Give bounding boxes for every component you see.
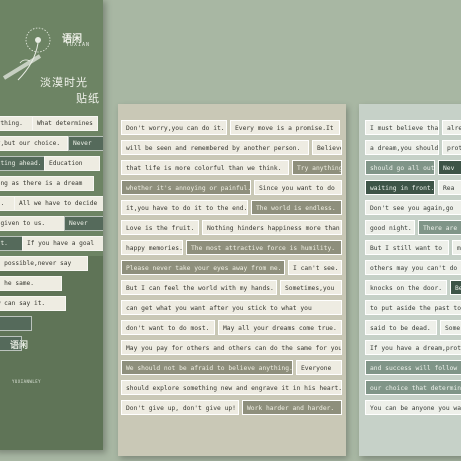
sticker-strip: said to be dead. — [365, 320, 437, 335]
sticker-strip: Everyone — [296, 360, 342, 375]
product-scene: 语闲 YUXIAN 淡漠时光 贴纸 nything. What determin… — [0, 0, 461, 461]
pack-sticker: Education — [44, 156, 100, 171]
sticker-strip: can get what you want after you stick to… — [121, 300, 342, 315]
sticker-strip: Don't give up, don't give up! — [121, 400, 239, 415]
sticker-strip: good night. — [365, 220, 415, 235]
pack-title-line1: 淡漠时光 — [40, 76, 88, 89]
sticker-strip: our choice that determine — [365, 380, 461, 395]
sticker-sheet-middle: Don't worry,you can do it. Every move is… — [118, 104, 346, 456]
sticker-strip: it,you have to do it to the end. — [121, 200, 248, 215]
pack-sticker: th — [0, 316, 32, 331]
sticker-strip: The most attractive force is humility. — [186, 240, 342, 255]
sticker-strip: will be seen and remembered by another p… — [121, 140, 309, 155]
sticker-strip: We should not be afraid to believe anyth… — [121, 360, 293, 375]
brand-name-lower: 语闲 — [10, 341, 29, 351]
sticker-strip: others may you can't do — [365, 260, 461, 275]
pack-sticker: Never — [64, 216, 103, 231]
sticker-strip: May you pay for others and others can do… — [121, 340, 342, 355]
sticker-strip: Try anything — [292, 160, 342, 175]
sticker-strip: don't want to do most. — [121, 320, 215, 335]
sticker-strip: If you have a dream,prote — [365, 340, 461, 355]
sticker-strip: whether it's annoying or painful. — [121, 180, 251, 195]
sticker-strip: But I can feel the world with my hands. — [121, 280, 277, 295]
sticker-strip: I can't see. — [288, 260, 342, 275]
sticker-strip: Don't worry,you can do it. — [121, 120, 227, 135]
pack-sticker: All we have to decide — [14, 196, 103, 211]
pack-sticker: Never — [68, 136, 103, 151]
sticker-strip: Work harder and harder. — [242, 400, 342, 415]
sticker-strip: Sometimes,you — [280, 280, 342, 295]
sticker-strip: You can be anyone you wa — [365, 400, 461, 415]
sticker-strip: Since you want to do — [254, 180, 342, 195]
sticker-strip: Believe — [312, 140, 342, 155]
sticker-strip: prote — [442, 140, 461, 155]
sticker-strip: Love is the fruit. — [121, 220, 199, 235]
sticker-strip: Some — [440, 320, 461, 335]
sticker-strip: knocks on the door. — [365, 280, 447, 295]
sticker-strip: Nothing hinders happiness more than — [202, 220, 342, 235]
pack-sticker: ty,but our choice. — [0, 136, 68, 151]
pack-sticker: If you have a goal — [22, 236, 103, 251]
pack-sticker: long as there is a dream — [0, 176, 94, 191]
sticker-strip: alre — [442, 120, 461, 135]
brand-name-lower-en: YUXIANWLEY — [12, 379, 42, 384]
sticker-strip: Beco — [450, 280, 461, 295]
sticker-strip: Don't see you again,go — [365, 200, 461, 215]
sticker-strip: happy memories. — [121, 240, 183, 255]
sticker-strip: make — [452, 240, 461, 255]
sticker-strip: should go all out. — [365, 160, 435, 175]
sticker-strip: that life is more colorful than we think… — [121, 160, 289, 175]
pack-sticker: aiting ahead. — [0, 156, 48, 171]
pack-sticker: is possible,never say — [0, 256, 88, 271]
sticker-strip: Every move is a promise.It — [230, 120, 340, 135]
sticker-strip: a dream,you should — [365, 140, 439, 155]
pack-lower-panel: is possible,never say as he same. ow can… — [0, 256, 103, 450]
sticker-strip: I must believe that — [365, 120, 439, 135]
pack-sticker: s given to us. — [0, 216, 66, 231]
sticker-strip: Nev — [438, 160, 461, 175]
pack-sticker: What determines — [32, 116, 98, 131]
sticker-strip: Please never take your eyes away from me… — [121, 260, 285, 275]
sticker-strip: and success will follow — [365, 360, 461, 375]
pack-sticker: ow can say it. — [0, 296, 66, 311]
sticker-strip: There are — [418, 220, 461, 235]
pack-title-line2: 贴纸 — [76, 92, 100, 105]
brand-name-en: YUXIAN — [66, 42, 91, 48]
sticker-strip: But I still want to — [365, 240, 449, 255]
sticker-strip: to put aside the past to — [365, 300, 461, 315]
sticker-pack-cover: 语闲 YUXIAN 淡漠时光 贴纸 nything. What determin… — [0, 0, 103, 450]
sticker-strip: The world is endless. — [251, 200, 342, 215]
sticker-strip: May all your dreams come true. — [218, 320, 342, 335]
sticker-strip: waiting in front. — [365, 180, 435, 195]
sticker-strip: Rea — [438, 180, 461, 195]
sticker-sheet-right: I must believe that alre a dream,you sho… — [359, 104, 461, 456]
sticker-strip: should explore something new and engrave… — [121, 380, 342, 395]
pack-sticker: as he same. — [0, 276, 62, 291]
